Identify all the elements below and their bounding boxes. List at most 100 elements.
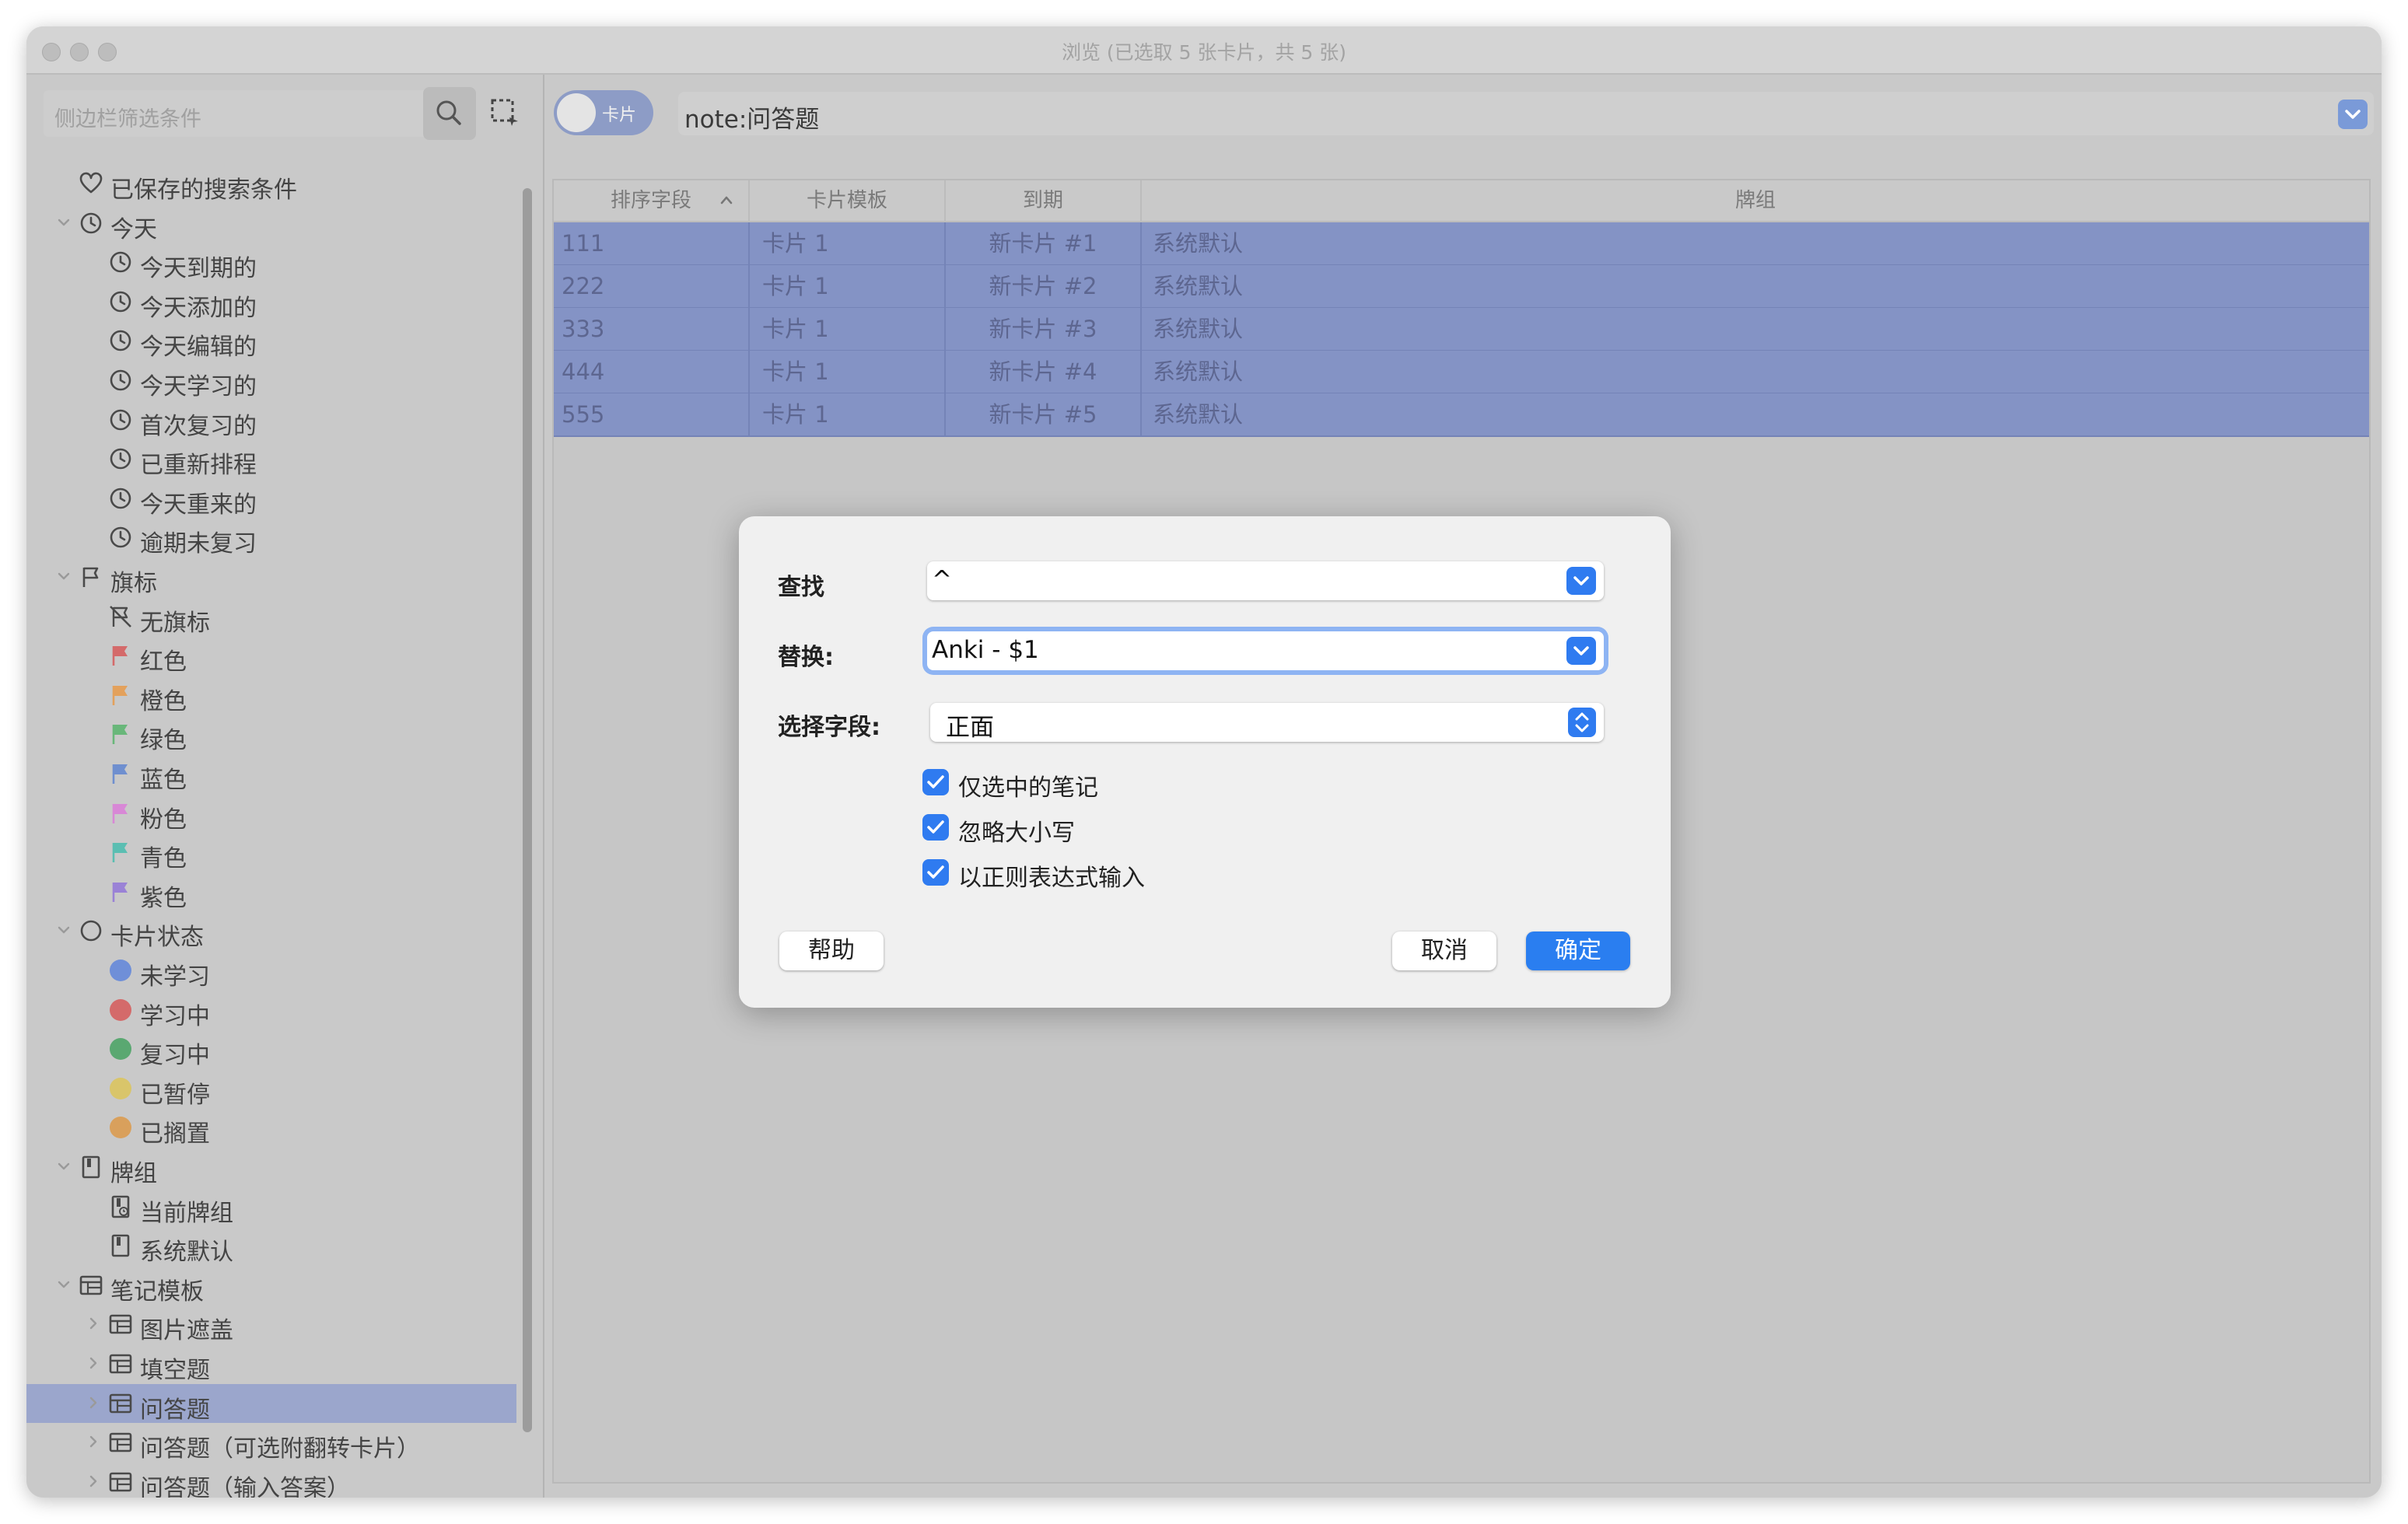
table-row[interactable]: 333 卡片 1 新卡片 #3 系统默认 — [554, 308, 2369, 351]
sidebar-item[interactable]: 今天到期的 — [26, 243, 516, 283]
sidebar-item[interactable]: 青色 — [26, 833, 516, 872]
chevron-right-icon[interactable] — [86, 1393, 101, 1412]
sidebar-item-label: 牌组 — [110, 1160, 157, 1187]
sidebar-item-label: 今天学习的 — [140, 373, 257, 400]
checkmark-icon — [927, 775, 944, 788]
table-row[interactable]: 111 卡片 1 新卡片 #1 系统默认 — [554, 222, 2369, 266]
sidebar-filter-input[interactable]: 侧边栏筛选条件 — [44, 90, 428, 137]
clock-icon — [108, 525, 133, 550]
column-due[interactable]: 到期 — [946, 180, 1142, 221]
replace-value: Anki - $1 — [932, 636, 1039, 664]
clock-icon — [108, 289, 133, 314]
table-cell: 卡片 1 — [762, 222, 946, 264]
flag-icon — [108, 801, 133, 826]
table-row[interactable]: 555 卡片 1 新卡片 #5 系统默认 — [554, 393, 2369, 437]
column-deck[interactable]: 牌组 — [1142, 180, 2369, 221]
table-row[interactable]: 444 卡片 1 新卡片 #4 系统默认 — [554, 351, 2369, 394]
chevron-down-icon[interactable] — [56, 213, 72, 232]
find-combobox[interactable]: ^ — [927, 561, 1604, 600]
sidebar-item[interactable]: 当前牌组 — [26, 1187, 516, 1227]
sidebar-item[interactable]: 问答题 — [26, 1383, 516, 1424]
checkbox-box[interactable] — [922, 814, 949, 841]
sidebar-item[interactable]: 问答题（输入答案） — [26, 1463, 516, 1498]
sidebar-item[interactable]: 绿色 — [26, 715, 516, 754]
sidebar-item[interactable]: 未学习 — [26, 951, 516, 991]
chevron-right-icon[interactable] — [86, 1314, 101, 1333]
table-header: 排序字段 卡片模板 到期 牌组 — [554, 180, 2369, 222]
column-sort-field[interactable]: 排序字段 — [554, 180, 750, 221]
sidebar-item[interactable]: 今天编辑的 — [26, 321, 516, 361]
chevron-down-icon[interactable] — [56, 1275, 72, 1294]
sidebar-item-label: 当前牌组 — [140, 1199, 233, 1227]
clock-icon — [79, 211, 103, 236]
sidebar-item[interactable]: 系统默认 — [26, 1226, 516, 1266]
sidebar-item[interactable]: 今天 — [26, 204, 516, 243]
chevron-down-icon[interactable] — [56, 567, 72, 585]
sidebar-item[interactable]: 已重新排程 — [26, 439, 516, 479]
table-cell: 系统默认 — [1153, 358, 1244, 385]
find-value: ^ — [932, 566, 952, 594]
field-select-stepper[interactable] — [1568, 708, 1596, 737]
sidebar-item[interactable]: 学习中 — [26, 991, 516, 1030]
sidebar-item-label: 青色 — [140, 845, 187, 873]
find-dropdown-button[interactable] — [1566, 567, 1596, 595]
select-rectangle-icon — [491, 99, 518, 126]
notetype-icon — [79, 1273, 103, 1298]
sidebar-item[interactable]: 牌组 — [26, 1148, 516, 1187]
sidebar-item-label: 卡片状态 — [110, 924, 204, 952]
sidebar-search-button[interactable] — [423, 87, 476, 140]
replace-dropdown-button[interactable] — [1566, 637, 1596, 665]
chevron-down-icon[interactable] — [56, 1157, 72, 1176]
sidebar-item[interactable]: 无旗标 — [26, 597, 516, 637]
search-input[interactable]: note:问答题 — [678, 92, 2374, 135]
sidebar-item-label: 笔记模板 — [110, 1278, 204, 1306]
chevron-right-icon[interactable] — [86, 1472, 101, 1491]
sidebar-item-label: 橙色 — [140, 687, 187, 715]
sidebar-item[interactable]: 首次复习的 — [26, 400, 516, 440]
sidebar-item[interactable]: 红色 — [26, 636, 516, 676]
sidebar-item[interactable]: 粉色 — [26, 794, 516, 834]
column-header-label: 排序字段 — [610, 189, 691, 212]
chevron-right-icon[interactable] — [86, 1354, 101, 1372]
checkbox-box[interactable] — [922, 769, 949, 795]
sidebar-item[interactable]: 橙色 — [26, 676, 516, 715]
sidebar-item[interactable]: 逾期未复习 — [26, 518, 516, 558]
chevron-right-icon[interactable] — [86, 1432, 101, 1451]
sidebar-item-label: 无旗标 — [140, 609, 210, 637]
sidebar-item[interactable]: 复习中 — [26, 1029, 516, 1069]
table-cell: 新卡片 #4 — [946, 351, 1142, 393]
checkmark-icon — [927, 865, 944, 879]
ok-button[interactable]: 确定 — [1526, 932, 1630, 970]
sidebar-item[interactable]: 问答题（可选附翻转卡片） — [26, 1423, 516, 1463]
help-button[interactable]: 帮助 — [779, 932, 884, 970]
sidebar-item[interactable]: 填空题 — [26, 1344, 516, 1384]
sidebar-item[interactable]: 图片遮盖 — [26, 1305, 516, 1344]
sidebar-item[interactable]: 已搁置 — [26, 1108, 516, 1148]
field-value: 正面 — [946, 714, 994, 742]
sidebar-item[interactable]: 今天重来的 — [26, 479, 516, 519]
select-tool-button[interactable] — [488, 96, 520, 128]
search-history-dropdown[interactable] — [2338, 100, 2368, 129]
replace-combobox[interactable]: Anki - $1 — [927, 631, 1604, 670]
clock-icon — [108, 250, 133, 274]
sidebar-scrollbar[interactable] — [523, 188, 532, 1432]
sidebar-item[interactable]: 已保存的搜索条件 — [26, 164, 516, 204]
sidebar-item-label: 填空题 — [140, 1357, 210, 1384]
cancel-button[interactable]: 取消 — [1392, 932, 1496, 970]
cards-notes-toggle[interactable]: 卡片 — [554, 90, 653, 135]
sidebar-item[interactable]: 旗标 — [26, 558, 516, 597]
chevron-down-icon[interactable] — [56, 921, 72, 939]
sidebar-item-label: 今天到期的 — [140, 255, 257, 283]
column-card-template[interactable]: 卡片模板 — [750, 180, 946, 221]
sidebar-item[interactable]: 笔记模板 — [26, 1266, 516, 1306]
sidebar-item[interactable]: 今天学习的 — [26, 361, 516, 400]
checkbox-box[interactable] — [922, 859, 949, 886]
sidebar-item[interactable]: 蓝色 — [26, 754, 516, 794]
sidebar-item[interactable]: 今天添加的 — [26, 282, 516, 322]
sidebar-item[interactable]: 已暂停 — [26, 1069, 516, 1109]
sidebar-item[interactable]: 卡片状态 — [26, 911, 516, 952]
sidebar-item[interactable]: 紫色 — [26, 872, 516, 912]
field-select[interactable]: 正面 — [930, 703, 1604, 742]
table-row[interactable]: 222 卡片 1 新卡片 #2 系统默认 — [554, 265, 2369, 309]
notetype-icon — [108, 1351, 133, 1376]
